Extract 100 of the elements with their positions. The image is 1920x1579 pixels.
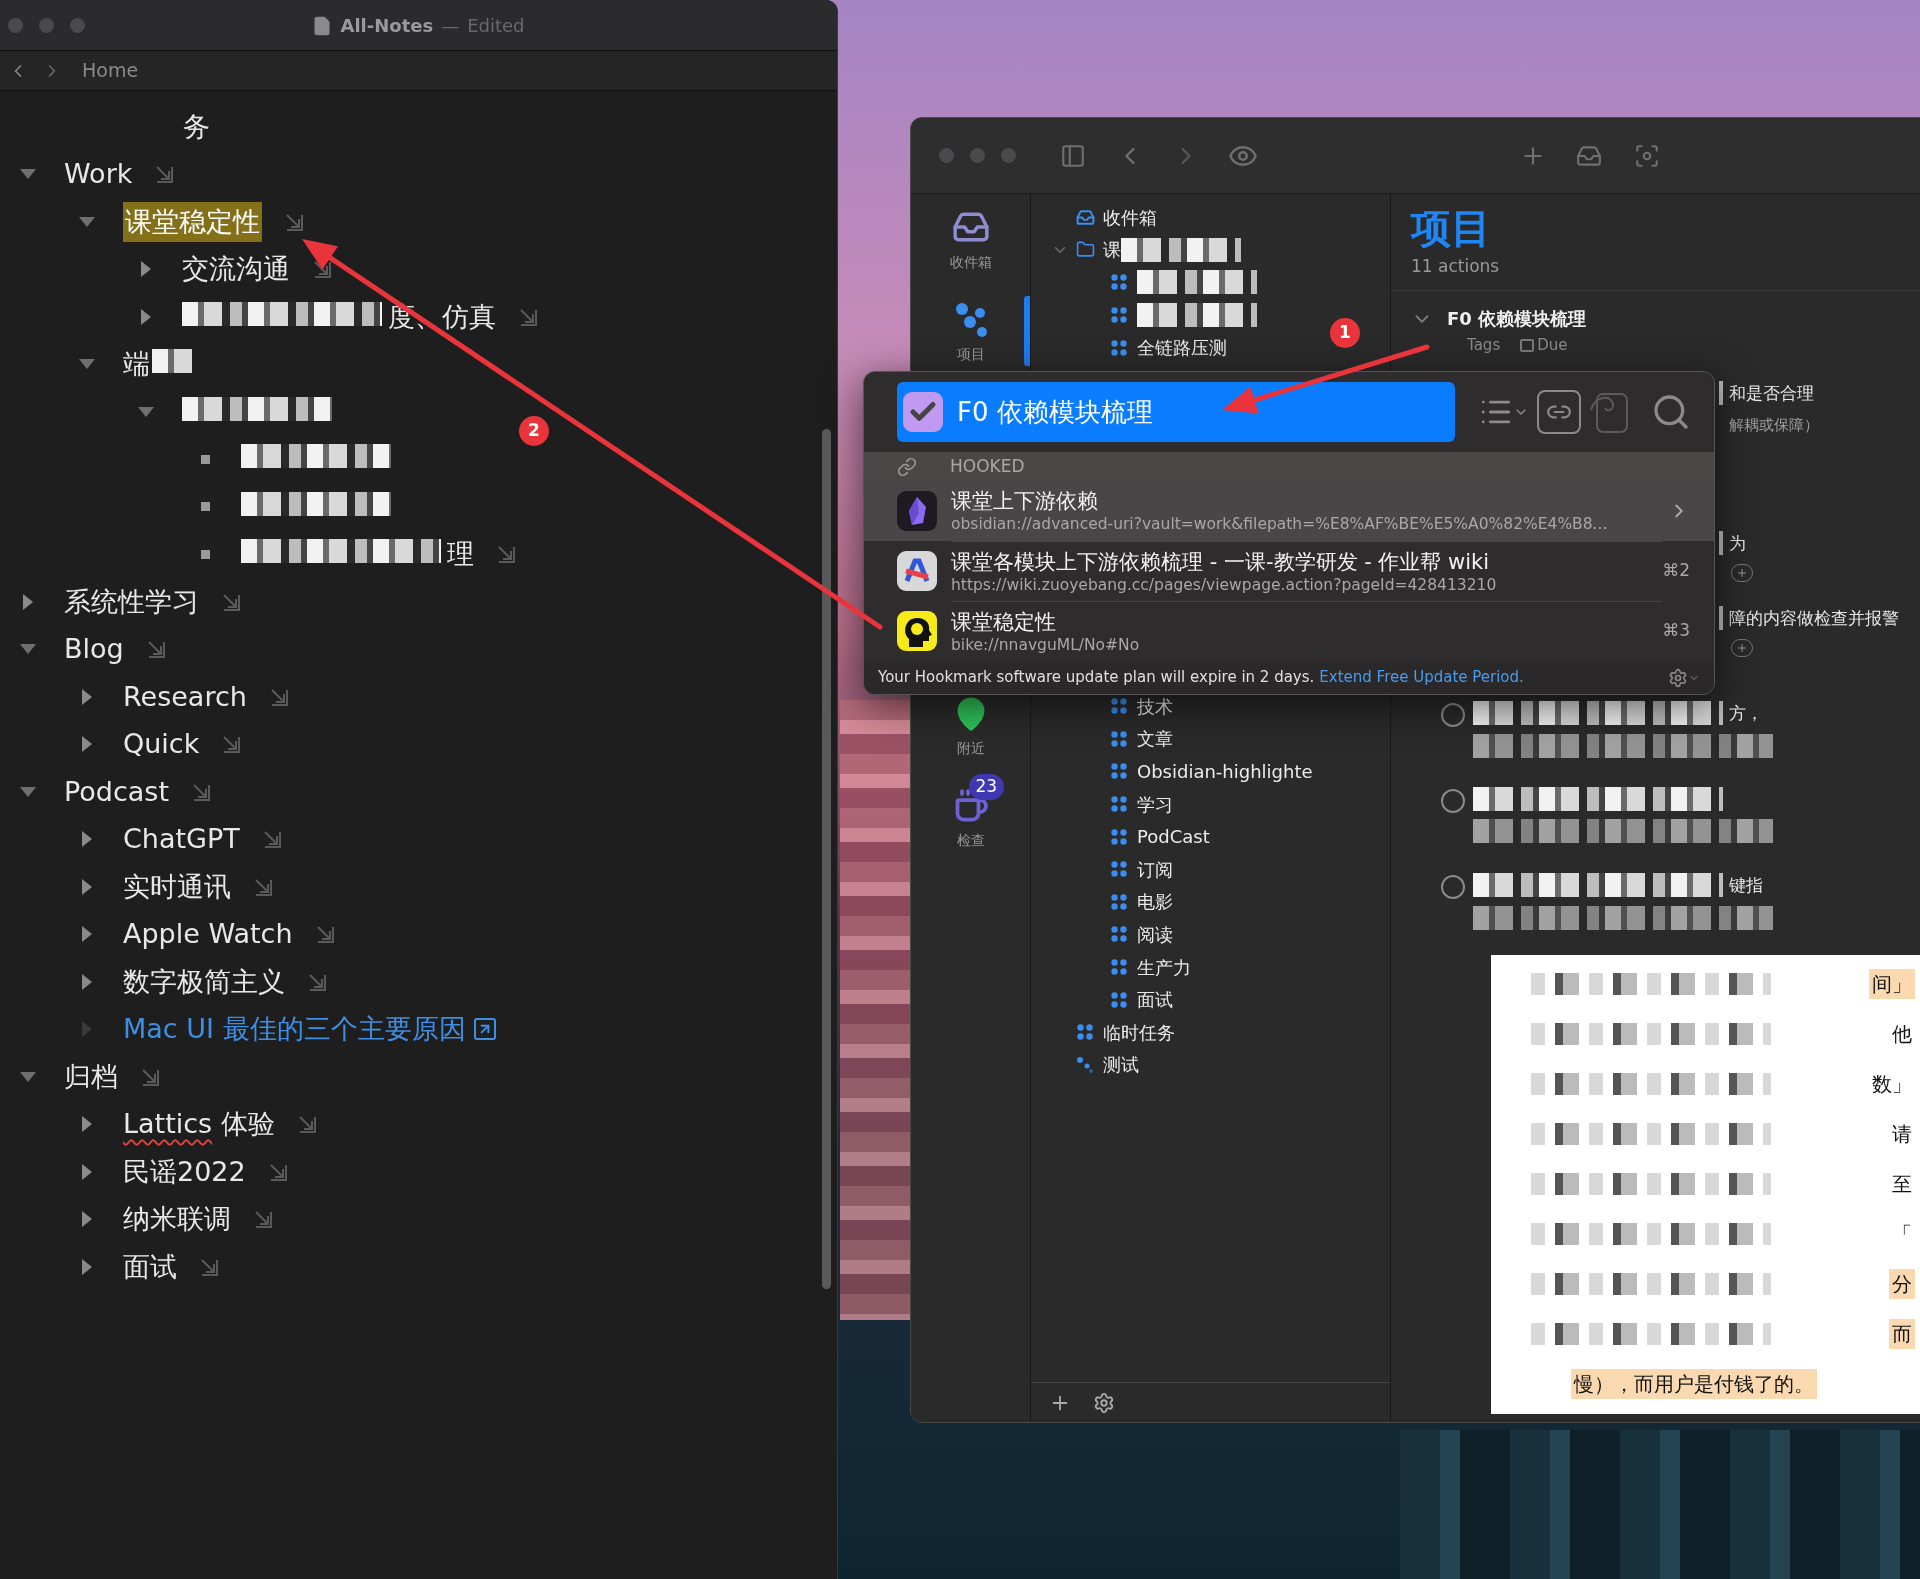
note-text: 而 — [1889, 1318, 1915, 1349]
project-list-item[interactable]: Obsidian-highlighte — [1137, 757, 1313, 785]
project-list-item[interactable]: 电影 — [1137, 888, 1173, 916]
project-dots-icon — [1110, 827, 1128, 846]
arrow-down-right-icon[interactable] — [496, 544, 516, 565]
hook-icon[interactable] — [1589, 390, 1629, 434]
note-title[interactable]: Apple Watch — [123, 914, 293, 955]
current-item-bar[interactable]: F0 依赖模块梳理 — [897, 382, 1455, 442]
tags-label[interactable]: Tags — [1467, 334, 1501, 357]
project-dots-icon — [1110, 338, 1128, 357]
perspective-item[interactable]: 收件箱 — [911, 194, 1030, 286]
project-dots-icon — [1110, 925, 1128, 944]
arrow-down-right-icon[interactable] — [199, 1256, 219, 1277]
task-checkbox[interactable] — [1441, 874, 1465, 899]
head-app-icon — [897, 611, 937, 651]
project-list-item[interactable]: 面试 — [1137, 986, 1173, 1014]
hooked-item[interactable]: 课堂各模块上下游依赖梳理 - 一课-教学研发 - 作业帮 wiki https://wiki.zuoyebang.cc/pages/viewpage.action?pageId=428413210 ⌘2 — [864, 541, 1714, 601]
note-title[interactable]: 理 — [447, 534, 474, 575]
due-label[interactable]: Due — [1520, 334, 1568, 357]
search-icon[interactable] — [1651, 392, 1691, 432]
footer-link[interactable]: Extend Free Update Period. — [1319, 666, 1524, 689]
project-list-item[interactable]: 全链路压测 — [1137, 334, 1227, 362]
note-text: 数」 — [1871, 1070, 1913, 1098]
project-list-item[interactable]: 收件箱 — [1103, 203, 1157, 231]
arrow-down-right-icon[interactable] — [267, 1161, 288, 1182]
arrow-down-right-icon[interactable] — [312, 259, 332, 280]
note-title[interactable]: Blog — [64, 629, 124, 670]
project-list-item[interactable]: 技术 — [1137, 692, 1173, 720]
breadcrumb[interactable]: Home — [82, 56, 139, 85]
note-title[interactable]: 交流沟通 — [182, 249, 290, 290]
project-list-item[interactable]: 学习 — [1137, 790, 1173, 818]
task-title: 为 — [1729, 531, 1746, 555]
project-dots-icon — [1110, 892, 1128, 911]
project-list-item[interactable]: 订阅 — [1137, 855, 1173, 883]
perspective-label: 项目 — [956, 344, 985, 364]
note-title[interactable]: 系统性学习 — [64, 581, 199, 622]
copy-link-icon[interactable] — [1537, 390, 1581, 434]
note-title[interactable]: 纳米联调 — [123, 1199, 231, 1240]
task-checkbox[interactable] — [1441, 788, 1465, 813]
arrow-down-right-icon[interactable] — [307, 971, 327, 992]
project-title: F0 依赖模块梳理 — [1447, 307, 1587, 331]
arrow-down-right-icon[interactable] — [140, 1066, 160, 1087]
arrow-down-right-icon[interactable] — [296, 1114, 317, 1135]
project-dots-icon — [1110, 860, 1128, 879]
arrow-down-right-icon[interactable] — [221, 734, 242, 755]
external-link-icon[interactable] — [473, 1018, 496, 1041]
arrow-down-right-icon[interactable] — [154, 164, 175, 185]
note-text: 分 — [1889, 1268, 1915, 1299]
task-checkbox[interactable] — [1441, 702, 1465, 727]
project-list-item[interactable]: 文章 — [1137, 725, 1173, 753]
window-title: All-Notes — [340, 14, 434, 38]
project-list-item[interactable]: 生产力 — [1137, 953, 1191, 981]
settings-icon[interactable] — [1093, 1391, 1115, 1414]
project-list-item[interactable]: 阅读 — [1137, 920, 1173, 948]
note-title[interactable]: 民谣2022 — [123, 1151, 246, 1192]
project-list-item[interactable]: 测试 — [1103, 1051, 1139, 1079]
sidebar-toggle-icon[interactable] — [1060, 142, 1086, 169]
task-title: 障的内容做检查并报警 — [1729, 606, 1899, 630]
focus-icon[interactable] — [1634, 142, 1660, 169]
perspective-label: 附近 — [956, 738, 985, 758]
note-title[interactable]: Podcast — [64, 771, 170, 812]
note-title[interactable]: 实时通讯 — [123, 866, 231, 907]
arrow-down-right-icon[interactable] — [261, 829, 282, 850]
note-title[interactable]: Lattics 体验 — [123, 1104, 275, 1145]
document-icon — [312, 15, 333, 36]
arrow-down-right-icon[interactable] — [284, 211, 304, 232]
note-title[interactable]: 课堂稳定性 — [123, 201, 262, 242]
project-list-item[interactable]: PodCast — [1137, 823, 1210, 851]
arrow-down-right-icon[interactable] — [518, 306, 538, 327]
note-title[interactable]: 面试 — [123, 1246, 177, 1287]
settings-icon[interactable] — [1668, 667, 1700, 688]
note-title[interactable]: 数字极简主义 — [123, 961, 285, 1002]
arrow-down-right-icon[interactable] — [314, 924, 335, 945]
note-title[interactable]: 归档 — [64, 1056, 118, 1097]
arrow-down-right-icon[interactable] — [221, 591, 241, 612]
project-list-item[interactable]: 临时任务 — [1103, 1018, 1175, 1046]
scrollbar-thumb[interactable] — [822, 429, 831, 1289]
note-title[interactable]: Research — [123, 676, 247, 717]
note-title[interactable]: Quick — [123, 724, 200, 765]
hooked-item[interactable]: 课堂上下游依赖 obsidian://advanced-uri?vault=work&filepath=%E8%AF%BE%E5%A0%82%E4%B8... — [864, 481, 1714, 541]
note-text: 间」 — [1869, 968, 1915, 999]
arrow-down-right-icon[interactable] — [253, 876, 273, 897]
project-list-item[interactable]: 课 — [1103, 236, 1121, 264]
project-dots-icon — [1110, 762, 1128, 781]
arrow-down-right-icon[interactable] — [145, 639, 166, 660]
action-count: 11 actions — [1411, 255, 1501, 278]
arrow-down-right-icon[interactable] — [191, 781, 212, 802]
edited-status: Edited — [467, 14, 525, 38]
task-title: 方， — [1729, 701, 1763, 725]
note-title[interactable]: Work — [64, 154, 133, 195]
link-icon — [897, 456, 917, 477]
note-link[interactable]: Mac UI 最佳的三个主要原因 — [123, 1009, 466, 1050]
perspective-item[interactable]: 23 检查 — [911, 773, 1030, 865]
item-title: 课堂各模块上下游依赖梳理 - 一课-教学研发 - 作业帮 wiki — [951, 548, 1491, 575]
keyboard-shortcut: ⌘3 — [1662, 619, 1690, 643]
note-title[interactable]: 端 — [123, 344, 150, 385]
note-title[interactable]: ChatGPT — [123, 819, 240, 860]
arrow-down-right-icon[interactable] — [268, 686, 289, 707]
project-dots-icon — [1110, 306, 1128, 325]
arrow-down-right-icon[interactable] — [253, 1209, 273, 1230]
